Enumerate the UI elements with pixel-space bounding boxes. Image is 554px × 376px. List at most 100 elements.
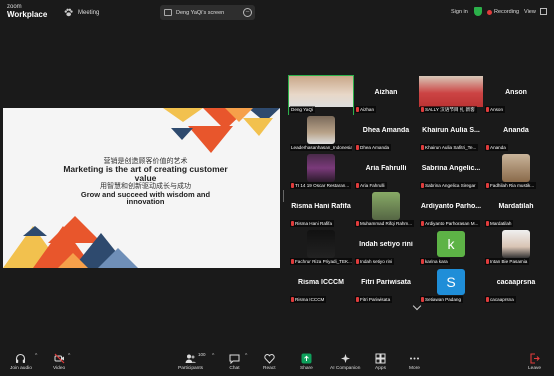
participant-tile[interactable]: Risma Hani Rafifa Risma Hani Rafifa bbox=[289, 190, 353, 228]
participants-icon bbox=[185, 354, 197, 363]
splitter-handle[interactable] bbox=[281, 190, 286, 202]
participant-name: Sabrina Angelic... bbox=[421, 165, 481, 172]
fullscreen-icon[interactable] bbox=[540, 8, 547, 15]
participant-label: Mardatilah bbox=[485, 220, 514, 227]
participant-label-text: Leaderhasanhasan_Indonesian bbox=[291, 145, 352, 150]
security-shield-icon[interactable] bbox=[474, 7, 482, 16]
participant-tile[interactable]: SALLY 汉语节目 扎 新客 bbox=[419, 76, 483, 114]
participant-label-text: Mardatilah bbox=[490, 221, 512, 226]
participant-label-text: Setiawan Padang bbox=[425, 297, 462, 302]
participant-label: Fachrur Riza Priyadi_TEK... bbox=[290, 258, 352, 265]
participant-name: Khairun Aulia S... bbox=[422, 127, 480, 134]
muted-mic-icon bbox=[291, 297, 294, 302]
participants-options-caret-icon[interactable]: ^ bbox=[212, 353, 214, 359]
screen-share-label: Deng YaQi's screen bbox=[176, 9, 225, 16]
more-button[interactable]: More bbox=[409, 353, 420, 371]
ai-companion-button[interactable]: AI Companion bbox=[330, 353, 360, 371]
sign-in-link[interactable]: Sign in bbox=[451, 9, 468, 15]
video-button[interactable]: Video bbox=[53, 353, 65, 371]
participant-tile[interactable]: Indah setiyo rini Indah setiyo rini bbox=[354, 228, 418, 266]
participant-label-text: SALLY 汉语节目 扎 新客 bbox=[425, 107, 475, 112]
leave-door-icon bbox=[530, 353, 540, 364]
chat-button[interactable]: Chat bbox=[229, 353, 240, 371]
participant-label-text: Risma ICCCM bbox=[295, 297, 325, 302]
shared-screen: 营销是创造顾客价值的艺术 Marketing is the art of cre… bbox=[3, 108, 280, 268]
participant-label: Aizhan bbox=[355, 106, 377, 113]
participant-label: Ardiyanto Parhorasan M... bbox=[420, 220, 481, 227]
participant-tile[interactable]: Fitri Pariwisata Fitri Pariwisata bbox=[354, 266, 418, 304]
top-bar: zoom Workplace Meeting Deng YaQi's scree… bbox=[0, 0, 554, 25]
participants-count: 100 bbox=[198, 352, 206, 357]
muted-mic-icon bbox=[421, 107, 424, 112]
join-audio-label: Join audio bbox=[10, 366, 32, 371]
participant-tile[interactable]: Muhammad Rifqi Rahm... bbox=[354, 190, 418, 228]
participant-label: Sabrina Angelica Siregar bbox=[420, 182, 478, 189]
participant-label: Leaderhasanhasan_Indonesian bbox=[290, 144, 352, 151]
leave-label: Leave bbox=[528, 366, 542, 371]
participant-video bbox=[307, 116, 335, 144]
participant-tile[interactable]: Dhea Amanda Dhea Amanda bbox=[354, 114, 418, 152]
participant-tile[interactable]: TI 14 19 Oscar Restaran... bbox=[289, 152, 353, 190]
participant-label: Indah setiyo rini bbox=[355, 258, 395, 265]
muted-mic-icon bbox=[486, 221, 489, 226]
chat-options-caret-icon[interactable]: ^ bbox=[245, 353, 247, 359]
muted-mic-icon bbox=[356, 221, 359, 226]
participant-tile[interactable]: Ardiyanto Parho... Ardiyanto Parhorasan M… bbox=[419, 190, 483, 228]
leave-button[interactable]: Leave bbox=[528, 353, 541, 371]
participant-avatar: k bbox=[437, 231, 465, 257]
sparkle-icon bbox=[340, 354, 350, 363]
screen-share-pill[interactable]: Deng YaQi's screen – bbox=[160, 5, 255, 20]
muted-mic-icon bbox=[421, 145, 424, 150]
participant-tile[interactable]: Anson Anson bbox=[484, 76, 548, 114]
participant-name: Indah setiyo rini bbox=[359, 241, 413, 248]
participant-tile[interactable]: S Setiawan Padang bbox=[419, 266, 483, 304]
join-audio-button[interactable]: Join audio bbox=[10, 353, 32, 371]
participant-label-text: Sabrina Angelica Siregar bbox=[425, 183, 476, 188]
slide-text-block: 营销是创造顾客价值的艺术 Marketing is the art of cre… bbox=[63, 157, 228, 206]
participant-tile[interactable]: k karina kara bbox=[419, 228, 483, 266]
participant-name: Fitri Pariwisata bbox=[361, 279, 411, 286]
muted-mic-icon bbox=[421, 297, 424, 302]
muted-mic-icon bbox=[356, 107, 359, 112]
participant-label-text: Ardiyanto Parhorasan M... bbox=[425, 221, 479, 226]
participant-tile[interactable]: Sabrina Angelic... Sabrina Angelica Sireg… bbox=[419, 152, 483, 190]
participant-tile[interactable]: Ananda Ananda bbox=[484, 114, 548, 152]
recording-indicator[interactable]: Recording bbox=[487, 9, 519, 15]
meeting-menu[interactable]: Meeting bbox=[64, 8, 99, 17]
heart-icon bbox=[264, 354, 275, 364]
participant-label: Deng YaQi bbox=[290, 106, 316, 113]
participant-tile[interactable]: Fachrur Riza Priyadi_TEK... bbox=[289, 228, 353, 266]
video-off-icon bbox=[54, 353, 65, 364]
brand-line2: Workplace bbox=[7, 10, 48, 19]
zoom-logo: zoom Workplace bbox=[7, 4, 47, 19]
chat-label: Chat bbox=[229, 366, 240, 371]
participant-tile[interactable]: Leaderhasanhasan_Indonesian bbox=[289, 114, 353, 152]
participant-name: Ananda bbox=[503, 127, 529, 134]
share-button[interactable]: Share bbox=[300, 353, 313, 371]
video-options-caret-icon[interactable]: ^ bbox=[68, 353, 70, 359]
participant-tile[interactable]: Khairun Aulia S... Khairun Aulia Safitri_… bbox=[419, 114, 483, 152]
participant-tile[interactable]: Aria Fahrulli Aria Fahrulli bbox=[354, 152, 418, 190]
participant-label-text: Deng YaQi bbox=[291, 107, 314, 112]
participant-label-text: Aria Fahrulli bbox=[360, 183, 385, 188]
muted-mic-icon bbox=[421, 221, 424, 226]
participant-video bbox=[419, 76, 483, 107]
muted-mic-icon bbox=[291, 183, 294, 188]
apps-button[interactable]: Apps bbox=[375, 353, 386, 371]
headphones-icon bbox=[16, 353, 26, 363]
react-button[interactable]: React bbox=[263, 353, 276, 371]
view-menu[interactable]: View bbox=[524, 9, 536, 15]
meeting-label: Meeting bbox=[78, 9, 100, 16]
participant-tile[interactable]: Fadhilah Ria mustik... bbox=[484, 152, 548, 190]
participant-video bbox=[307, 230, 335, 258]
participant-tile[interactable]: cacaaprsna cacaaprsna bbox=[484, 266, 548, 304]
participant-tile[interactable]: Aizhan Aizhan bbox=[354, 76, 418, 114]
participant-name: Anson bbox=[505, 89, 527, 96]
participant-tile[interactable]: Deng YaQi bbox=[288, 75, 354, 115]
audio-options-caret-icon[interactable]: ^ bbox=[35, 353, 37, 359]
stop-viewing-close-icon[interactable]: – bbox=[243, 8, 252, 17]
participant-tile[interactable]: Mardatilah Mardatilah bbox=[484, 190, 548, 228]
participant-tile[interactable]: Risma ICCCM Risma ICCCM bbox=[289, 266, 353, 304]
participant-tile[interactable]: Intan Bie Pasamia bbox=[484, 228, 548, 266]
muted-mic-icon bbox=[291, 221, 294, 226]
